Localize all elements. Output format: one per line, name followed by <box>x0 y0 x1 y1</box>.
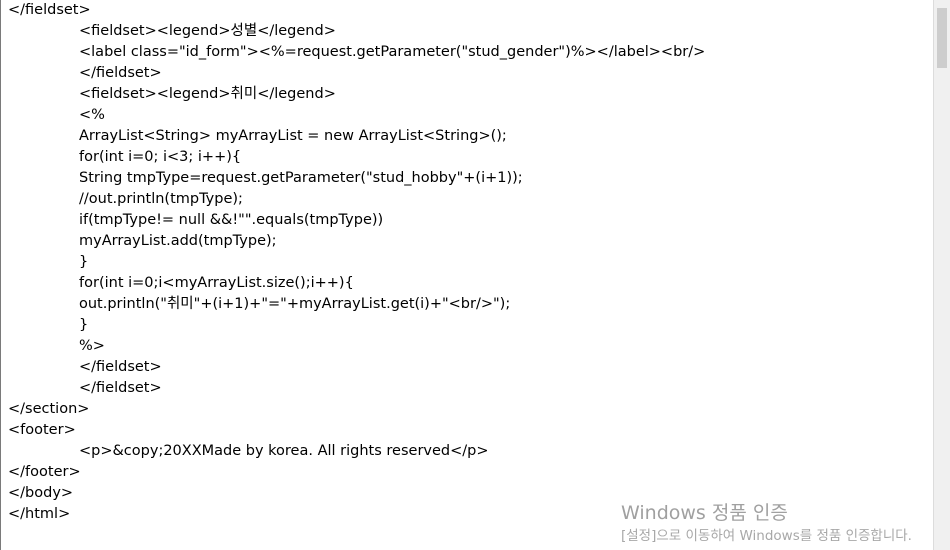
code-line: ArrayList<String> myArrayList = new Arra… <box>79 128 507 144</box>
code-lines: </fieldset> <fieldset><legend>성별</legend>… <box>8 0 705 525</box>
code-line: </fieldset> <box>79 380 162 396</box>
code-line: } <box>79 317 89 333</box>
code-line: </fieldset> <box>79 359 162 375</box>
code-line: if(tmpType!= null &&!"".equals(tmpType)) <box>79 212 384 228</box>
text-editor-area[interactable]: </fieldset> <fieldset><legend>성별</legend>… <box>0 0 933 550</box>
windows-activation-watermark: Windows 정품 인증 [설정]으로 이동하여 Windows를 정품 인증… <box>621 500 941 546</box>
code-line: %> <box>79 338 105 354</box>
code-line: </body> <box>8 485 74 501</box>
code-line: for(int i=0;i<myArrayList.size();i++){ <box>79 275 354 291</box>
code-line: </fieldset> <box>79 65 162 81</box>
code-line: </footer> <box>8 464 81 480</box>
code-line: <p>&copy;20XXMade by korea. All rights r… <box>79 443 489 459</box>
code-line: <% <box>79 107 105 123</box>
watermark-title: Windows 정품 인증 <box>621 502 788 524</box>
code-line: for(int i=0; i<3; i++){ <box>79 149 242 165</box>
code-line: </fieldset> <box>8 2 91 18</box>
notepad-window: </fieldset> <fieldset><legend>성별</legend>… <box>0 0 950 550</box>
watermark-subtitle: [설정]으로 이동하여 Windows를 정품 인증합니다. <box>621 528 912 544</box>
vertical-scrollbar[interactable] <box>933 0 950 550</box>
code-line: myArrayList.add(tmpType); <box>79 233 277 249</box>
code-line: <fieldset><legend>성별</legend> <box>79 23 336 39</box>
code-line: } <box>79 254 89 270</box>
code-line: out.println("취미"+(i+1)+"="+myArrayList.g… <box>79 296 511 312</box>
scrollbar-thumb[interactable] <box>937 8 947 68</box>
code-line: //out.println(tmpType); <box>79 191 243 207</box>
code-line: <fieldset><legend>취미</legend> <box>79 86 336 102</box>
code-line: <label class="id_form"><%=request.getPar… <box>79 44 706 60</box>
code-line: </html> <box>8 506 71 522</box>
code-line: String tmpType=request.getParameter("stu… <box>79 170 523 186</box>
code-line: </section> <box>8 401 90 417</box>
code-line: <footer> <box>8 422 76 438</box>
